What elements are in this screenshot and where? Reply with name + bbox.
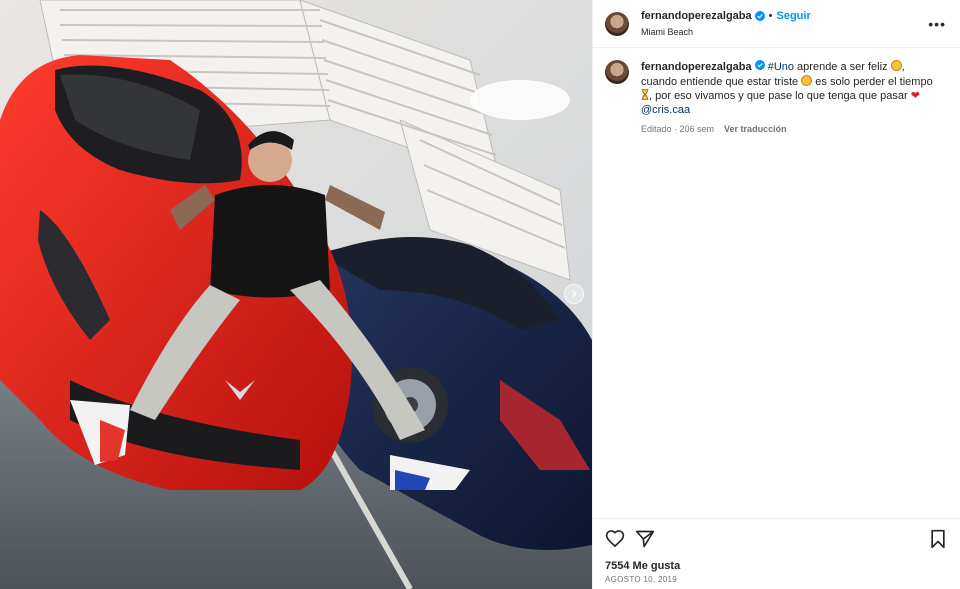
save-button[interactable]: [928, 529, 948, 549]
caption-text-3: es solo perder el tiempo: [812, 75, 933, 88]
action-bar: [593, 519, 960, 559]
sad-face-emoji-icon: [801, 74, 813, 86]
caption-text-4: , por eso vivamos y que pase lo que teng…: [649, 90, 911, 102]
header-text: fernandoperezalgaba • Seguir Miami Beach: [641, 9, 811, 39]
like-button[interactable]: [605, 529, 625, 549]
separator-dot: •: [768, 9, 773, 22]
red-heart-emoji-icon: ❤: [910, 90, 920, 102]
verified-badge-icon: [754, 60, 765, 70]
bookmark-icon: [931, 529, 945, 549]
follow-button[interactable]: Seguir: [777, 9, 811, 23]
caption-meta: Editado · 206 sem Ver traducción: [641, 123, 941, 137]
caption: fernandoperezalgaba #Uno aprende a ser f…: [593, 48, 960, 137]
next-photo-button[interactable]: [564, 284, 584, 304]
hashtag-link[interactable]: #Uno: [768, 61, 794, 73]
grinning-face-emoji-icon: [890, 60, 902, 71]
translate-link[interactable]: Ver traducción: [724, 123, 787, 137]
post-header: fernandoperezalgaba • Seguir Miami Beach…: [593, 0, 960, 48]
paper-plane-icon: [635, 530, 655, 548]
caption-text-1: aprende a ser feliz: [794, 61, 891, 73]
like-count[interactable]: 7554 Me gusta: [593, 560, 960, 572]
post-date[interactable]: AGOSTO 10, 2019: [593, 575, 960, 584]
avatar[interactable]: [605, 11, 629, 36]
caption-text: fernandoperezalgaba #Uno aprende a ser f…: [641, 60, 941, 117]
instagram-post: fernandoperezalgaba • Seguir Miami Beach…: [0, 0, 960, 589]
hourglass-emoji-icon: [641, 89, 649, 100]
header-row: fernandoperezalgaba • Seguir: [641, 9, 811, 23]
avatar[interactable]: [605, 60, 629, 84]
post-side-panel: fernandoperezalgaba • Seguir Miami Beach…: [592, 0, 960, 589]
photo-scene: [0, 0, 592, 589]
share-button[interactable]: [635, 529, 655, 549]
more-options-button[interactable]: •••: [928, 16, 946, 32]
post-photo[interactable]: [0, 0, 592, 589]
heart-outline-icon: [605, 530, 625, 548]
edited-timestamp: Editado · 206 sem: [641, 124, 715, 134]
username-link[interactable]: fernandoperezalgaba: [641, 9, 752, 23]
location-link[interactable]: Miami Beach: [641, 25, 811, 39]
chevron-right-icon: [571, 290, 577, 298]
post-footer: 7554 Me gusta AGOSTO 10, 2019: [593, 518, 960, 584]
caption-body: fernandoperezalgaba #Uno aprende a ser f…: [641, 60, 941, 137]
mention-link[interactable]: @cris.caa: [641, 104, 690, 116]
verified-badge-icon: [754, 10, 765, 21]
caption-username[interactable]: fernandoperezalgaba: [641, 61, 752, 73]
